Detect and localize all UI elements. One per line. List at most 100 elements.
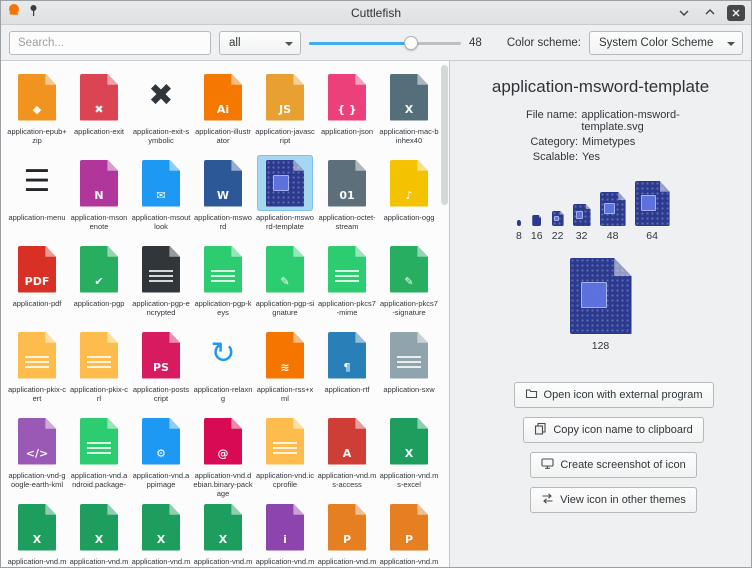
scrollbar[interactable]	[441, 65, 448, 205]
icon-grid-item[interactable]: Xapplication-vnd.ms-excel.sheet.bi	[68, 499, 130, 567]
icon-grid-item[interactable]: Papplication-vnd.ms-powerpoint	[316, 499, 378, 567]
application-pgp-icon: ✔	[80, 246, 118, 293]
main-content: ◆application-epub+zip✖application-exit✖a…	[1, 61, 751, 567]
icon-thumb: ✖	[133, 69, 189, 125]
size-preview-8: 8	[516, 220, 522, 242]
icon-grid-item[interactable]: Aiapplication-illustrator	[192, 69, 254, 155]
icon-grid-item[interactable]: ✖application-exit	[68, 69, 130, 155]
maximize-button[interactable]	[701, 5, 719, 21]
icon-glyph: i	[266, 533, 304, 546]
icon-grid-item[interactable]: ≋application-rss+xml	[254, 327, 316, 413]
copy-icon	[534, 422, 547, 438]
icon-grid-item[interactable]: application-pkcs7-mime	[316, 241, 378, 327]
details-title: application-msword-template	[460, 77, 741, 97]
category-filter-dropdown[interactable]: all	[219, 31, 301, 55]
icon-label: application-pgp	[69, 299, 129, 308]
application-menu-icon: ☰	[18, 160, 56, 207]
icon-grid-item[interactable]: Xapplication-vnd.ms-excel	[378, 413, 440, 499]
icon-grid-item[interactable]: Xapplication-vnd.ms-excel.addin.m	[6, 499, 68, 567]
button-label: Create screenshot of icon	[560, 459, 685, 471]
pin-icon[interactable]	[28, 4, 39, 22]
icon-thumb: ♪	[381, 155, 437, 211]
icon-thumb: @	[195, 413, 251, 469]
icon-grid-item[interactable]: ✉application-msoutlook	[130, 155, 192, 241]
icon-grid-item[interactable]: Wapplication-msword	[192, 155, 254, 241]
size-preview-16: 16	[531, 215, 543, 242]
minimize-button[interactable]	[675, 5, 693, 21]
icon-grid-item[interactable]: PDF application-pdf	[6, 241, 68, 327]
icon-thumb: A	[319, 413, 375, 469]
icon-grid-item[interactable]: ✔ application-pgp	[68, 241, 130, 327]
icon-grid-item[interactable]: Xapplication-vnd.ms-excel.templat	[192, 499, 254, 567]
icon-grid-item[interactable]: ✖application-exit-symbolic	[130, 69, 192, 155]
icon-grid-item[interactable]: ☰ application-menu	[6, 155, 68, 241]
application-json-icon: { }	[328, 74, 366, 121]
icon-label: application-pgp-signature	[255, 299, 315, 317]
icon-grid-item[interactable]: PSapplication-postscript	[130, 327, 192, 413]
icon-label: application-menu	[7, 213, 67, 222]
doc-inner-pattern	[641, 195, 656, 210]
icon-label: application-ogg	[379, 213, 439, 222]
icon-glyph: PS	[142, 361, 180, 374]
icon-grid-item[interactable]: application-pgp-encrypted	[130, 241, 192, 327]
icon-glyph: ¶	[328, 361, 366, 374]
application-vnd.ms-excel-icon: X	[390, 418, 428, 465]
application-pdf-icon: PDF	[18, 246, 56, 293]
icon-size-slider[interactable]	[309, 31, 461, 55]
open-icon-with-external-program-button[interactable]: Open icon with external program	[514, 382, 714, 408]
icon-grid-item[interactable]: Papplication-vnd.ms-powerpoint.a	[378, 499, 440, 567]
icon-grid-item[interactable]: application-msword-template	[254, 155, 316, 241]
icon-thumb: ¶	[319, 327, 375, 383]
icon-grid-item[interactable]: ¶ application-rtf	[316, 327, 378, 413]
icon-grid-item[interactable]: i application-vnd.ms-infopath	[254, 499, 316, 567]
icon-label: application-rtf	[317, 385, 377, 394]
slider-handle[interactable]	[404, 36, 418, 50]
view-icon-in-other-themes-button[interactable]: View icon in other themes	[530, 487, 697, 513]
icon-grid-item[interactable]: Aapplication-vnd.ms-access	[316, 413, 378, 499]
icon-grid-item[interactable]: ⚙application-vnd.appimage	[130, 413, 192, 499]
copy-icon-name-to-clipboard-button[interactable]: Copy icon name to clipboard	[523, 417, 703, 443]
create-screenshot-of-icon-button[interactable]: Create screenshot of icon	[530, 452, 696, 478]
search-input[interactable]	[9, 31, 211, 55]
close-button[interactable]	[727, 5, 745, 21]
icon-grid-item[interactable]: ↻application-relaxng	[192, 327, 254, 413]
icon-thumb: PS	[133, 327, 189, 383]
size-preview-48: 48	[600, 192, 626, 242]
icon-grid-item[interactable]: @application-vnd.debian.binary-package	[192, 413, 254, 499]
icon-label: application-pgp-keys	[193, 299, 253, 317]
icon-label: application-vnd.iccprofile	[255, 471, 315, 489]
icon-grid-item[interactable]: </>application-vnd-google-earth-kml	[6, 413, 68, 499]
icon-grid-item[interactable]: ♪ application-ogg	[378, 155, 440, 241]
icon-label: application-vnd.ms-excel.templat	[193, 557, 253, 567]
icon-grid-item[interactable]: ✎application-pkcs7-signature	[378, 241, 440, 327]
icon-grid-item[interactable]: JSapplication-javascript	[254, 69, 316, 155]
icon-grid-item[interactable]: application-pgp-keys	[192, 241, 254, 327]
size-preview-32: 32	[573, 204, 591, 242]
color-scheme-dropdown[interactable]: System Color Scheme	[589, 31, 743, 55]
icon-grid-item[interactable]: { }application-json	[316, 69, 378, 155]
application-msword-template-icon	[266, 160, 304, 207]
icon-grid-item[interactable]: application-pkix-crl	[68, 327, 130, 413]
icon-label: application-vnd.appimage	[131, 471, 191, 489]
icon-glyph: { }	[328, 103, 366, 116]
icon-label: application-vnd.ms-infopath	[255, 557, 315, 567]
icon-grid-item[interactable]: Napplication-msonenote	[68, 155, 130, 241]
icon-grid-item[interactable]: application-vnd.iccprofile	[254, 413, 316, 499]
icon-grid-item[interactable]: application-sxw	[378, 327, 440, 413]
icon-grid-item[interactable]: Xapplication-mac-binhex40	[378, 69, 440, 155]
icon-grid-item[interactable]: application-vnd.android.package-	[68, 413, 130, 499]
icon-label: application-pkcs7-signature	[379, 299, 439, 317]
icon-grid-item[interactable]: application-pkix-cert	[6, 327, 68, 413]
icon-glyph: Ai	[204, 103, 242, 116]
icon-grid-item[interactable]: Xapplication-vnd.ms-excel.sheet.m	[130, 499, 192, 567]
color-scheme-label: Color scheme:	[507, 37, 581, 49]
icon-grid-item[interactable]: 01application-octet-stream	[316, 155, 378, 241]
icon-label: application-mac-binhex40	[379, 127, 439, 145]
icon-thumb: JS	[257, 69, 313, 125]
icon-label: application-pdf	[7, 299, 67, 308]
icon-grid-item[interactable]: ◆application-epub+zip	[6, 69, 68, 155]
icon-grid-item[interactable]: ✎application-pgp-signature	[254, 241, 316, 327]
icon-label: application-vnd.ms-powerpoint	[317, 557, 377, 567]
icon-glyph: N	[80, 189, 118, 202]
icon-glyph: ≋	[266, 361, 304, 374]
